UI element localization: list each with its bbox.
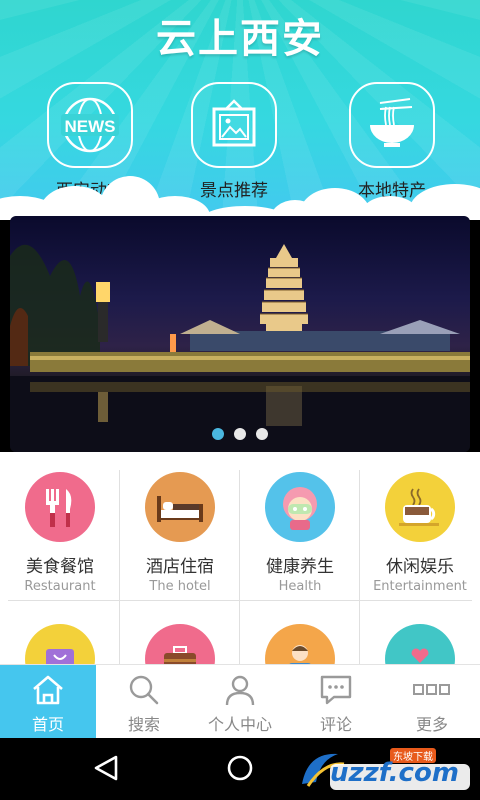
- category-name: 美食餐馆: [26, 557, 94, 577]
- user-icon: [192, 671, 288, 709]
- system-nav-bar: 东坡下载 uzzf.com: [0, 738, 480, 800]
- shopping-bag-icon: [25, 624, 95, 666]
- app-title: 云上西安: [156, 16, 324, 62]
- category-health[interactable]: 健康养生 Health: [240, 452, 360, 600]
- feature-local-products[interactable]: 本地特产: [332, 82, 452, 201]
- category-name: 健康养生: [266, 557, 334, 577]
- search-icon: [96, 671, 192, 709]
- nav-label: 首页: [31, 715, 64, 734]
- home-circle-icon[interactable]: [227, 755, 253, 781]
- category-subtitle: The hotel: [149, 579, 211, 594]
- banner-image: [10, 244, 470, 452]
- news-icon-text: NEWS: [65, 117, 116, 136]
- coffee-cup-icon: [385, 472, 455, 542]
- category-entertainment[interactable]: 休闲娱乐 Entertainment: [360, 452, 480, 600]
- banner-carousel[interactable]: [10, 216, 470, 452]
- nav-profile[interactable]: 个人中心: [192, 665, 288, 739]
- category-restaurant[interactable]: 美食餐馆 Restaurant: [0, 452, 120, 600]
- category-subtitle: Health: [278, 579, 322, 594]
- more-icon: [384, 671, 480, 709]
- watermark-brand: uzzf.com: [330, 758, 459, 788]
- face-mask-icon: [265, 472, 335, 542]
- noodle-bowl-icon: [349, 82, 435, 168]
- nav-label: 评论: [319, 715, 352, 734]
- home-icon: [0, 671, 96, 709]
- feature-attractions[interactable]: 景点推荐: [174, 82, 294, 201]
- feature-label: 景点推荐: [200, 181, 268, 201]
- carousel-indicators: [10, 428, 470, 440]
- nav-home[interactable]: 首页: [0, 665, 96, 739]
- back-icon[interactable]: [94, 755, 118, 781]
- header: 云上西安 NEWS 西安动态 景点推荐: [0, 0, 480, 220]
- category-name: 酒店住宿: [146, 557, 214, 577]
- category-people[interactable]: [240, 604, 360, 666]
- category-grid: 美食餐馆 Restaurant 酒店住宿 The hotel 健康养生 Heal…: [0, 452, 480, 666]
- nav-comments[interactable]: 评论: [288, 665, 384, 739]
- person-icon: [265, 624, 335, 666]
- nav-label: 搜索: [127, 715, 160, 734]
- carousel-dot[interactable]: [212, 428, 224, 440]
- category-shopping[interactable]: [0, 604, 120, 666]
- briefcase-icon: [145, 624, 215, 666]
- category-business[interactable]: [120, 604, 240, 666]
- carousel-dot[interactable]: [234, 428, 246, 440]
- nav-label: 更多: [415, 715, 448, 734]
- news-globe-icon: NEWS: [47, 82, 133, 168]
- picture-frame-icon: [191, 82, 277, 168]
- comment-icon: [288, 671, 384, 709]
- nav-label: 个人中心: [207, 715, 272, 734]
- category-subtitle: Restaurant: [24, 579, 96, 594]
- category-name: 休闲娱乐: [386, 557, 454, 577]
- nav-search[interactable]: 搜索: [96, 665, 192, 739]
- category-hotel[interactable]: 酒店住宿 The hotel: [120, 452, 240, 600]
- grid-divider: [8, 600, 472, 601]
- bottom-navigation: 首页 搜索 个人中心 评论 更多: [0, 664, 480, 739]
- category-subtitle: Entertainment: [373, 579, 467, 594]
- category-care[interactable]: [360, 604, 480, 666]
- carousel-dot[interactable]: [256, 428, 268, 440]
- fork-knife-icon: [25, 472, 95, 542]
- nav-more[interactable]: 更多: [384, 665, 480, 739]
- heart-hands-icon: [385, 624, 455, 666]
- bed-icon: [145, 472, 215, 542]
